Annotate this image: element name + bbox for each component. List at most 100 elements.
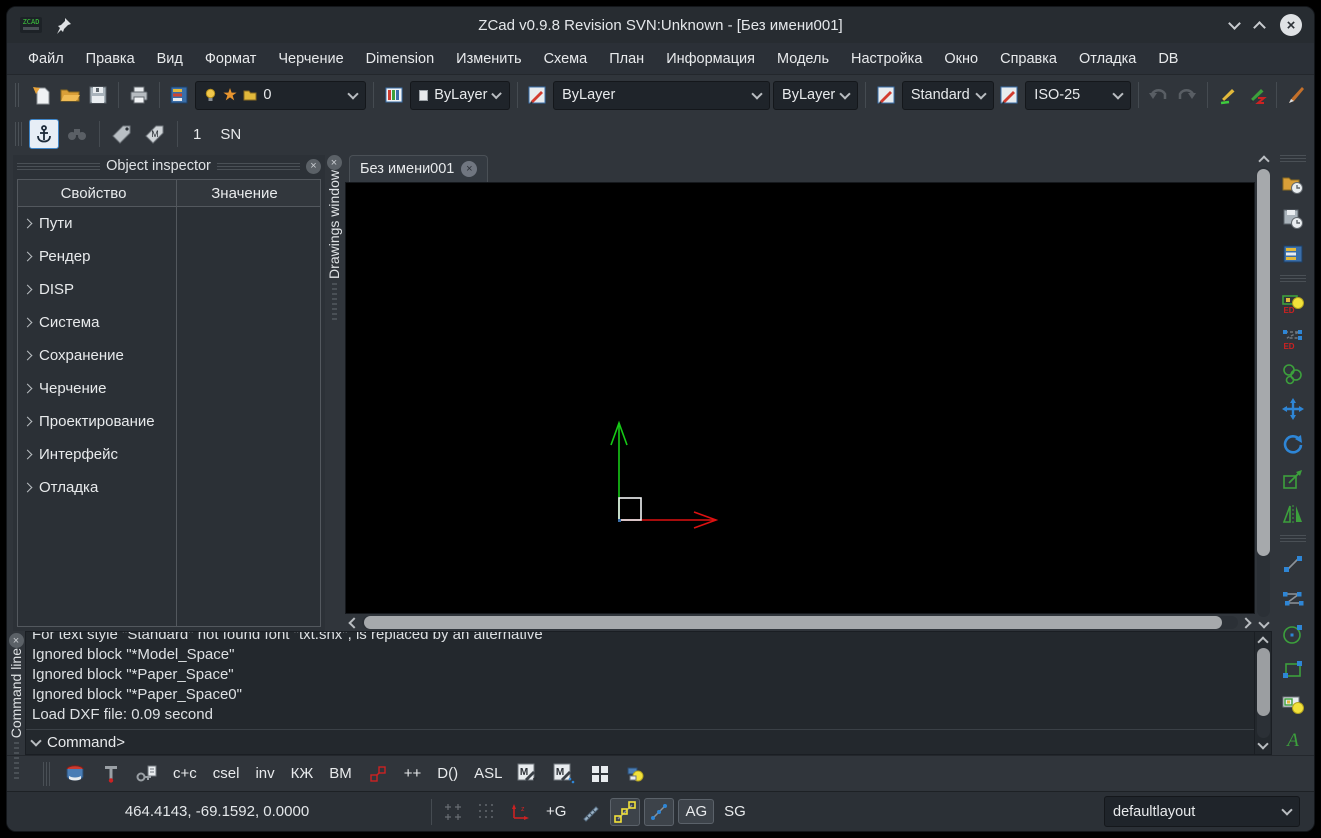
menu-draw[interactable]: Черчение xyxy=(267,46,354,72)
menu-edit[interactable]: Правка xyxy=(75,46,146,72)
inspector-close-icon[interactable]: × xyxy=(306,159,321,174)
find-button[interactable] xyxy=(62,119,92,149)
menu-db[interactable]: DB xyxy=(1147,46,1189,72)
dparen-button[interactable]: D() xyxy=(432,762,463,785)
ucs-toggle[interactable]: z xyxy=(506,798,536,826)
m-edit-dots-button[interactable]: M xyxy=(549,759,579,789)
panel-grip[interactable] xyxy=(217,163,300,170)
menu-plan[interactable]: План xyxy=(598,46,655,72)
save-timed-button[interactable] xyxy=(1278,205,1308,233)
command-output[interactable]: For text style "Standard" not found font… xyxy=(25,631,1255,755)
paint-bucket-button[interactable] xyxy=(60,759,90,789)
open-file-button[interactable] xyxy=(57,80,83,110)
blocks-grid-button[interactable] xyxy=(585,759,615,789)
hscroll-thumb[interactable] xyxy=(364,616,1222,629)
draw-polyline-button[interactable] xyxy=(1278,585,1308,613)
toolbar-grip[interactable] xyxy=(15,122,22,146)
command-line-splitter[interactable]: × Command line xyxy=(7,631,25,755)
splitter-close-icon[interactable]: × xyxy=(9,633,24,648)
toolbar-grip[interactable] xyxy=(43,762,50,786)
rotate-button[interactable] xyxy=(1278,430,1308,458)
inspector-row-drafting[interactable]: Черчение xyxy=(18,372,320,405)
scroll-left-icon[interactable] xyxy=(348,617,359,628)
anchor-button[interactable] xyxy=(29,119,59,149)
new-file-button[interactable] xyxy=(28,80,54,110)
menu-dimension[interactable]: Dimension xyxy=(355,46,446,72)
cancel-edit-button[interactable] xyxy=(1244,80,1270,110)
tab-drawing[interactable]: Без имени001 × xyxy=(349,155,488,182)
block-key-button[interactable] xyxy=(132,759,162,789)
menu-scheme[interactable]: Схема xyxy=(533,46,599,72)
column-divider[interactable] xyxy=(176,180,177,626)
cmd-vscroll-thumb[interactable] xyxy=(1257,648,1270,716)
textstyle-combo[interactable]: Standard xyxy=(902,81,994,110)
minimize-button[interactable] xyxy=(1230,23,1239,28)
ortho-pencil-toggle[interactable] xyxy=(576,798,606,826)
menu-debug[interactable]: Отладка xyxy=(1068,46,1147,72)
inspector-titlebar[interactable]: Object inspector × xyxy=(13,155,325,177)
cc-button[interactable]: c+c xyxy=(168,762,202,785)
expand-chevron-icon[interactable] xyxy=(23,219,33,229)
expand-chevron-icon[interactable] xyxy=(23,318,33,328)
draw-circle-button[interactable] xyxy=(1278,620,1308,648)
pin-icon[interactable] xyxy=(55,16,73,34)
color-combo[interactable]: ByLayer xyxy=(410,81,510,110)
dots-grid-toggle[interactable] xyxy=(472,798,502,826)
column-value[interactable]: Значение xyxy=(169,180,320,206)
csel-button[interactable]: csel xyxy=(208,762,245,785)
kzh-button[interactable]: КЖ xyxy=(286,762,319,785)
menu-modify[interactable]: Изменить xyxy=(445,46,532,72)
command-history[interactable]: For text style "Standard" not found font… xyxy=(26,632,1254,729)
menu-information[interactable]: Информация xyxy=(655,46,766,72)
expand-chevron-icon[interactable] xyxy=(23,252,33,262)
group-button[interactable] xyxy=(621,759,651,789)
scroll-down-icon[interactable] xyxy=(1257,738,1268,749)
expand-chevron-icon[interactable] xyxy=(23,351,33,361)
tag-m-button[interactable]: M xyxy=(140,119,170,149)
dimstyle-combo[interactable]: ISO-25 xyxy=(1025,81,1130,110)
layout-combo[interactable]: defaultlayout xyxy=(1104,796,1300,827)
expand-chevron-icon[interactable] xyxy=(23,417,33,427)
splitter-close-icon[interactable]: × xyxy=(327,155,342,170)
drawings-window-splitter[interactable]: × Drawings window xyxy=(325,153,343,631)
draw-line-button[interactable] xyxy=(1278,550,1308,578)
inspector-row-render[interactable]: Рендер xyxy=(18,240,320,273)
canvas-vertical-scrollbar[interactable] xyxy=(1255,153,1272,631)
copy-entities-button[interactable] xyxy=(1278,360,1308,388)
inspector-row-saving[interactable]: Сохранение xyxy=(18,339,320,372)
redo-button[interactable] xyxy=(1174,80,1200,110)
inspector-row-interface[interactable]: Интерфейс xyxy=(18,438,320,471)
textstyle-dialog-button[interactable] xyxy=(873,80,899,110)
layers-button[interactable] xyxy=(1278,240,1308,268)
scale-button[interactable] xyxy=(1278,465,1308,493)
toolbar-grip[interactable] xyxy=(1280,535,1306,543)
scroll-up-icon[interactable] xyxy=(1257,636,1268,647)
close-button[interactable]: × xyxy=(1280,14,1302,36)
scroll-right-icon[interactable] xyxy=(1240,617,1251,628)
text-cursor-button[interactable] xyxy=(96,759,126,789)
layer-combo[interactable]: 0 xyxy=(195,81,366,110)
accept-edit-button[interactable] xyxy=(1215,80,1241,110)
draw-text-button[interactable]: A xyxy=(1278,725,1308,753)
menu-help[interactable]: Справка xyxy=(989,46,1068,72)
inspector-row-debug[interactable]: Отладка xyxy=(18,471,320,504)
layers-dialog-button[interactable] xyxy=(167,80,193,110)
open-recent-button[interactable] xyxy=(1278,170,1308,198)
scroll-down-icon[interactable] xyxy=(1258,617,1269,628)
expand-chevron-icon[interactable] xyxy=(23,285,33,295)
expand-chevron-icon[interactable] xyxy=(23,450,33,460)
splitter-grip[interactable] xyxy=(332,283,337,323)
otrack-toggle[interactable] xyxy=(644,798,674,826)
maximize-button[interactable] xyxy=(1255,19,1264,32)
column-property[interactable]: Свойство xyxy=(18,180,169,206)
menu-settings[interactable]: Настройка xyxy=(840,46,933,72)
color-dialog-button[interactable] xyxy=(381,80,407,110)
linetype-dialog-button[interactable] xyxy=(524,80,550,110)
draw-rectangle-button[interactable] xyxy=(1278,655,1308,683)
prompt-chevron-icon[interactable] xyxy=(30,735,41,746)
move-button[interactable] xyxy=(1278,395,1308,423)
sg-toggle[interactable]: SG xyxy=(718,800,752,823)
menu-model[interactable]: Модель xyxy=(766,46,840,72)
linetype-combo[interactable]: ByLayer xyxy=(553,81,770,110)
inspector-row-system[interactable]: Система xyxy=(18,306,320,339)
